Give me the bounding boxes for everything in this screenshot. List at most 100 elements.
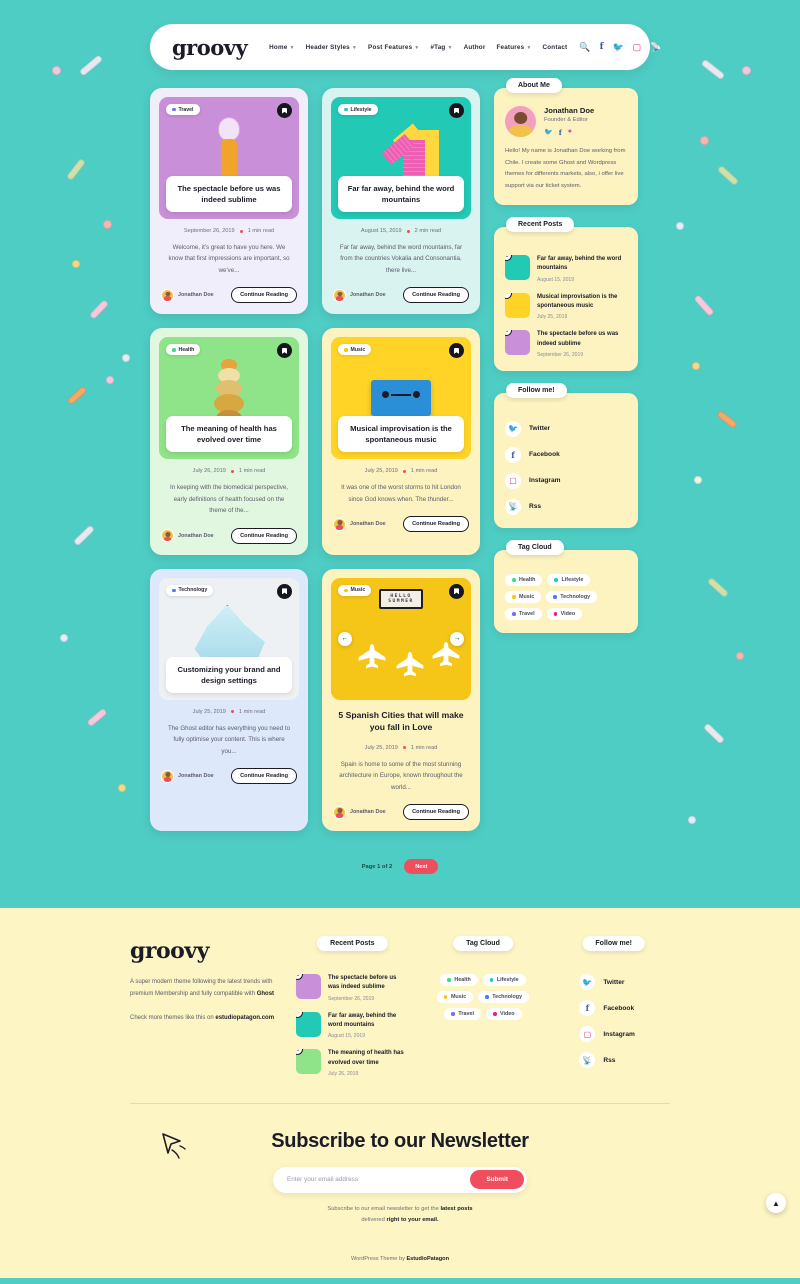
slider-prev-button[interactable]: ← xyxy=(338,632,352,646)
post-tag-badge[interactable]: Health xyxy=(166,344,200,355)
follow-item-instagram[interactable]: ▢ Instagram xyxy=(579,1026,670,1042)
submit-button[interactable]: Submit xyxy=(470,1170,524,1189)
post-tag-badge[interactable]: Music xyxy=(338,585,371,596)
follow-label: Rss xyxy=(603,1057,615,1064)
follow-item-twitter[interactable]: 🐦 Twitter xyxy=(505,421,627,437)
tag-chip-health[interactable]: Health xyxy=(440,974,477,986)
post-author[interactable]: Jonathan Doe xyxy=(333,289,386,302)
post-title[interactable]: Customizing your brand and design settin… xyxy=(166,657,292,693)
continue-reading-button[interactable]: Continue Reading xyxy=(231,528,297,544)
bookmark-icon[interactable] xyxy=(449,103,464,118)
tag-chip-travel[interactable]: Travel xyxy=(444,1008,481,1020)
follow-item-instagram[interactable]: ▢ Instagram xyxy=(505,473,627,489)
post-tag-label: Technology xyxy=(179,587,208,593)
post-thumbnail[interactable]: Travel The spectacle before us was indee… xyxy=(159,97,299,219)
follow-item-rss[interactable]: 📡 Rss xyxy=(505,499,627,515)
nav-item-tag[interactable]: #Tag▼ xyxy=(430,44,452,51)
continue-reading-button[interactable]: Continue Reading xyxy=(403,804,469,820)
tag-chip-travel[interactable]: Travel xyxy=(505,608,542,620)
recent-post-item[interactable]: 3 The spectacle before us was indeed sub… xyxy=(505,330,627,358)
recent-post-title[interactable]: Musical improvisation is the spontaneous… xyxy=(537,293,627,312)
tag-label: Technology xyxy=(492,994,522,1000)
recent-post-title[interactable]: Far far away, behind the word mountains xyxy=(328,1012,409,1031)
recent-post-title[interactable]: The spectacle before us was indeed subli… xyxy=(328,974,409,993)
follow-item-rss[interactable]: 📡 Rss xyxy=(579,1052,670,1068)
bookmark-icon[interactable] xyxy=(277,584,292,599)
post-thumbnail[interactable]: HELLOSUMMER Music ← → xyxy=(331,578,471,700)
nav-item-features[interactable]: Features▼ xyxy=(496,44,531,51)
post-tag-badge[interactable]: Lifestyle xyxy=(338,104,378,115)
follow-item-facebook[interactable]: f Facebook xyxy=(505,447,627,463)
nav-item-home[interactable]: Home▼ xyxy=(269,44,294,51)
tag-chip-video[interactable]: Video xyxy=(486,1008,522,1020)
post-author[interactable]: Jonathan Doe xyxy=(161,289,214,302)
post-thumbnail[interactable]: Technology Customizing your brand and de… xyxy=(159,578,299,700)
post-thumbnail[interactable]: Lifestyle Far far away, behind the word … xyxy=(331,97,471,219)
post-author[interactable]: Jonathan Doe xyxy=(333,806,386,819)
post-tag-badge[interactable]: Technology xyxy=(166,585,213,596)
post-title[interactable]: Far far away, behind the word mountains xyxy=(338,176,464,212)
post-tag-badge[interactable]: Music xyxy=(338,344,371,355)
tag-chip-music[interactable]: Music xyxy=(437,991,473,1003)
continue-reading-button[interactable]: Continue Reading xyxy=(231,768,297,784)
recent-post-item[interactable]: 1 The spectacle before us was indeed sub… xyxy=(296,974,409,1002)
tag-chip-technology[interactable]: Technology xyxy=(478,991,529,1003)
nav-item-post-features[interactable]: Post Features▼ xyxy=(368,44,419,51)
post-card[interactable]: Lifestyle Far far away, behind the word … xyxy=(322,88,480,314)
post-meta: July 25, 2019 1 min read xyxy=(331,745,471,751)
post-card[interactable]: Travel The spectacle before us was indee… xyxy=(150,88,308,314)
recent-post-item[interactable]: 3 The meaning of health has evolved over… xyxy=(296,1049,409,1077)
site-logo[interactable]: groovy xyxy=(172,35,247,60)
next-page-button[interactable]: Next xyxy=(404,859,438,874)
tag-chip-health[interactable]: Health xyxy=(505,574,542,586)
recent-post-title[interactable]: The meaning of health has evolved over t… xyxy=(328,1049,409,1068)
slider-next-button[interactable]: → xyxy=(450,632,464,646)
nav-item-contact[interactable]: Contact xyxy=(543,44,568,51)
continue-reading-button[interactable]: Continue Reading xyxy=(231,287,297,303)
recent-post-item[interactable]: 2 Far far away, behind the word mountain… xyxy=(296,1012,409,1040)
post-title[interactable]: 5 Spanish Cities that will make you fall… xyxy=(331,700,471,736)
facebook-icon[interactable]: f xyxy=(600,43,604,52)
post-title[interactable]: The spectacle before us was indeed subli… xyxy=(166,176,292,212)
bookmark-icon[interactable] xyxy=(277,103,292,118)
post-card[interactable]: Health The meaning of health has evolved… xyxy=(150,328,308,554)
post-card[interactable]: Technology Customizing your brand and de… xyxy=(150,569,308,831)
post-author[interactable]: Jonathan Doe xyxy=(333,518,386,531)
tag-chip-lifestyle[interactable]: Lifestyle xyxy=(483,974,526,986)
twitter-icon[interactable]: 🐦 xyxy=(544,128,553,137)
follow-item-twitter[interactable]: 🐦 Twitter xyxy=(579,974,670,990)
post-title[interactable]: The meaning of health has evolved over t… xyxy=(166,416,292,452)
post-card[interactable]: HELLOSUMMER Music ← → 5 Spanish Cities t… xyxy=(322,569,480,831)
rss-icon[interactable]: 📡 xyxy=(650,43,661,52)
recent-post-title[interactable]: The spectacle before us was indeed subli… xyxy=(537,330,627,349)
tag-chip-music[interactable]: Music xyxy=(505,591,541,603)
search-icon[interactable]: 🔍 xyxy=(579,43,590,52)
continue-reading-button[interactable]: Continue Reading xyxy=(403,516,469,532)
tag-chip-video[interactable]: Video xyxy=(547,608,583,620)
post-card[interactable]: Music Musical improvisation is the spont… xyxy=(322,328,480,554)
tag-chip-technology[interactable]: Technology xyxy=(546,591,597,603)
scroll-to-top-button[interactable]: ▲ xyxy=(766,1193,786,1213)
post-thumbnail[interactable]: Music Musical improvisation is the spont… xyxy=(331,337,471,459)
bookmark-icon[interactable] xyxy=(449,584,464,599)
post-thumbnail[interactable]: Health The meaning of health has evolved… xyxy=(159,337,299,459)
post-author[interactable]: Jonathan Doe xyxy=(161,529,214,542)
nav-item-author[interactable]: Author xyxy=(464,44,486,51)
post-tag-badge[interactable]: Travel xyxy=(166,104,200,115)
instagram-icon[interactable]: ▢ xyxy=(633,43,642,52)
twitter-icon[interactable]: 🐦 xyxy=(612,43,623,52)
tag-chip-lifestyle[interactable]: Lifestyle xyxy=(547,574,590,586)
dribbble-icon[interactable]: ● xyxy=(568,128,572,137)
continue-reading-button[interactable]: Continue Reading xyxy=(403,287,469,303)
facebook-icon[interactable]: f xyxy=(559,128,562,137)
follow-item-facebook[interactable]: f Facebook xyxy=(579,1000,670,1016)
recent-post-title[interactable]: Far far away, behind the word mountains xyxy=(537,255,627,274)
email-input[interactable] xyxy=(287,1176,470,1183)
post-author[interactable]: Jonathan Doe xyxy=(161,770,214,783)
post-title[interactable]: Musical improvisation is the spontaneous… xyxy=(338,416,464,452)
recent-post-item[interactable]: 2 Musical improvisation is the spontaneo… xyxy=(505,293,627,321)
recent-post-item[interactable]: 1 Far far away, behind the word mountain… xyxy=(505,255,627,283)
about-me-widget: About Me Jonathan Doe Founder & Editor 🐦… xyxy=(494,88,638,205)
nav-item-header-styles[interactable]: Header Styles▼ xyxy=(306,44,357,51)
footer-logo[interactable]: groovy xyxy=(130,938,278,964)
